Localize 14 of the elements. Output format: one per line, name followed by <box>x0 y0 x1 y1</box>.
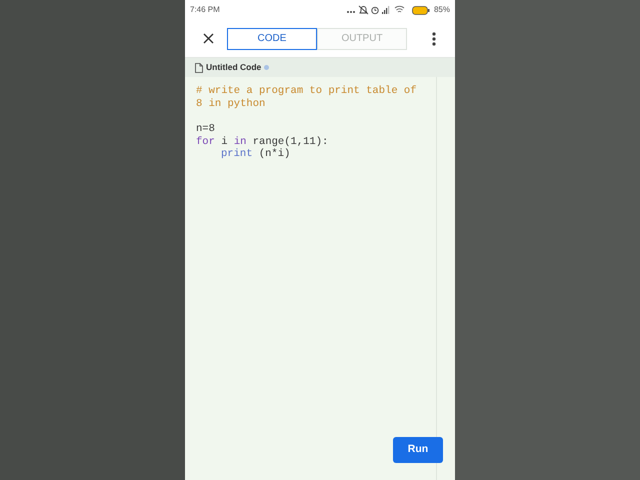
code-line: n=8 <box>196 122 216 136</box>
code-line: # write a program to print table of <box>196 85 417 98</box>
battery-percent: 85% <box>434 4 450 16</box>
file-name[interactable]: Untitled Code <box>206 61 262 74</box>
status-time: 7:46 PM <box>190 4 220 16</box>
close-icon <box>202 33 214 44</box>
run-button[interactable]: Run <box>393 437 443 463</box>
document-icon <box>195 62 203 72</box>
battery-icon <box>412 6 430 14</box>
code-line: for i in range(1,11): <box>196 136 330 148</box>
code-line: print (n*i) <box>220 148 292 160</box>
more-icon <box>432 32 436 46</box>
tab[interactable]: CODE <box>227 28 317 50</box>
code-line: 8 in python <box>196 98 266 110</box>
